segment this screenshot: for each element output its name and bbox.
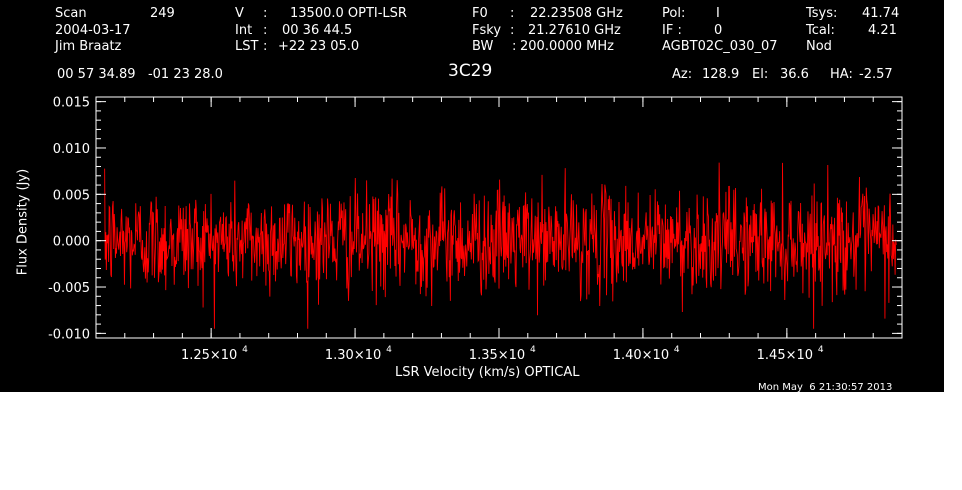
x-tick-label: 1.35×10 [469,348,525,363]
x-tick-exponent: 4 [818,345,824,355]
x-tick-exponent: 4 [674,345,680,355]
y-tick-label: 0.005 [53,188,90,203]
x-tick-label: 1.45×10 [757,348,813,363]
x-tick-label: 1.40×10 [613,348,669,363]
spectrum-series-line [104,162,897,329]
x-tick-exponent: 4 [386,345,392,355]
y-tick-label: 0.000 [53,235,90,250]
x-tick-label: 1.25×10 [181,348,237,363]
y-tick-label: 0.010 [53,142,90,157]
y-tick-label: 0.015 [53,96,90,111]
x-tick-exponent: 4 [242,345,248,355]
y-tick-label: -0.005 [48,281,90,296]
x-tick-label: 1.30×10 [325,348,381,363]
x-tick-exponent: 4 [530,345,536,355]
spectrum-chart: -0.010 -0.005 0.000 0.005 0.010 0.015 1.25×10 4… [48,96,903,363]
y-tick-label: -0.010 [48,327,90,342]
